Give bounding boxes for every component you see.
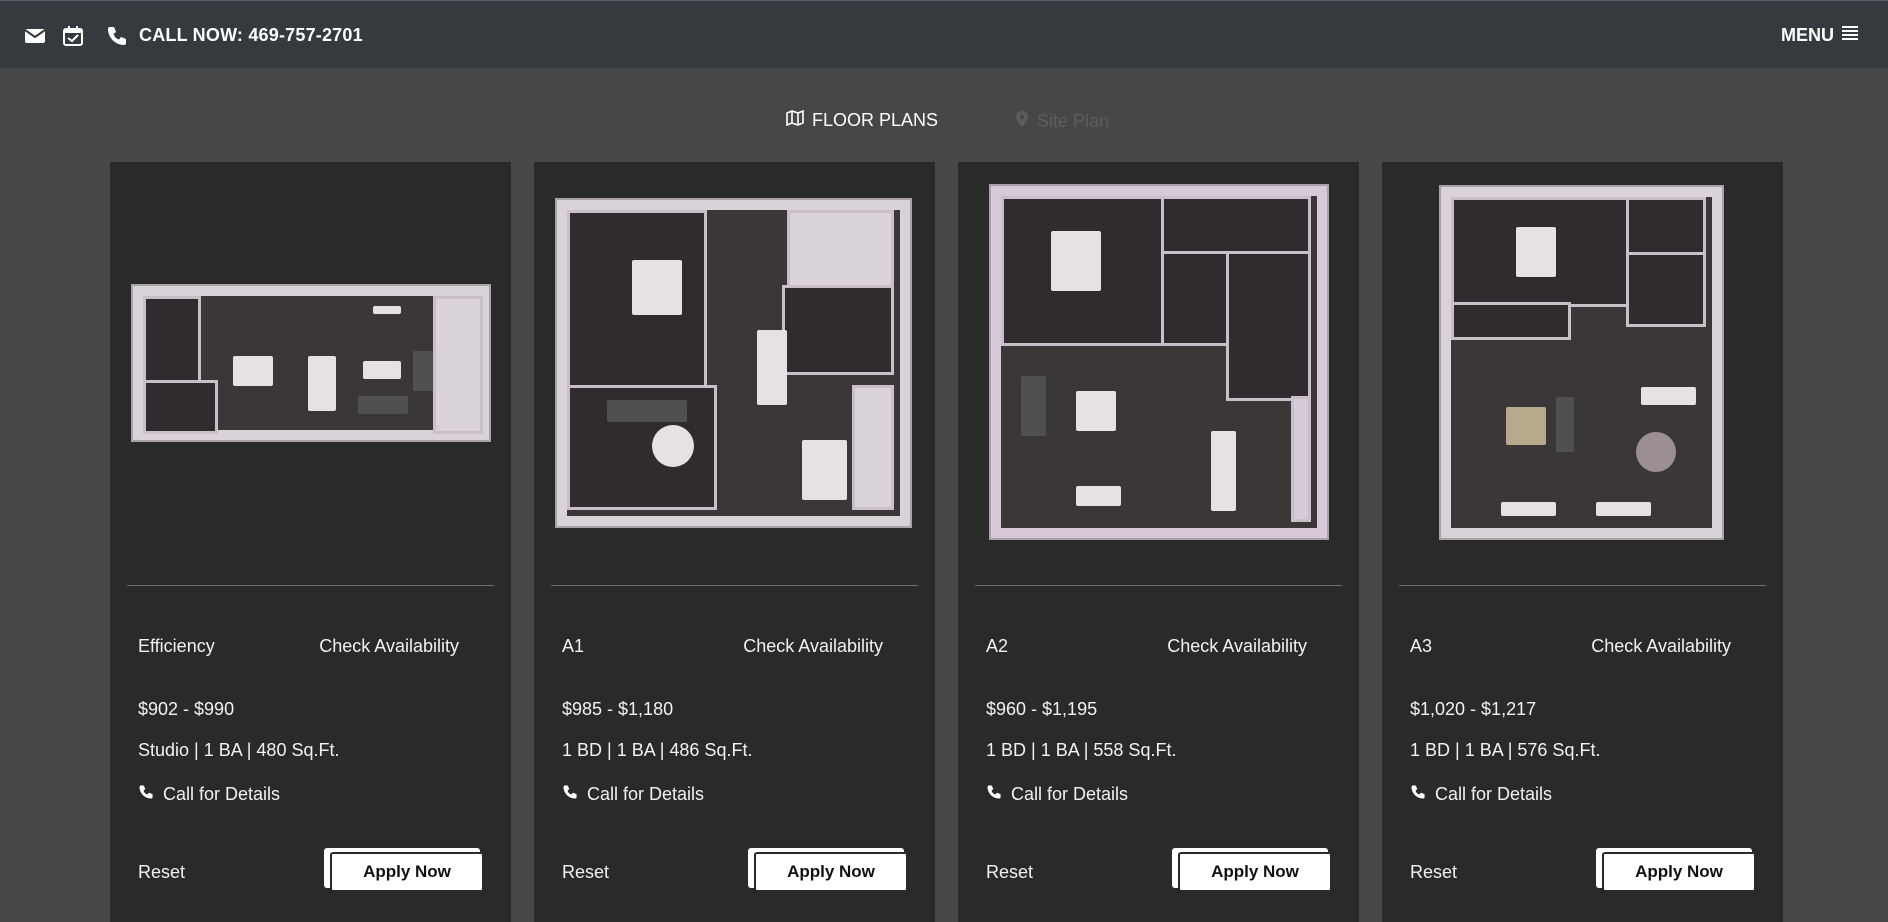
call-now-text[interactable]: CALL NOW: 469-757-2701 xyxy=(139,25,363,46)
call-for-details-label: Call for Details xyxy=(1011,784,1129,804)
top-bar: CALL NOW: 469-757-2701 MENU xyxy=(0,0,1888,68)
menu-label: MENU xyxy=(1781,25,1834,45)
floor-plan-image[interactable] xyxy=(131,284,491,442)
plan-name: A1 xyxy=(562,636,585,656)
apply-now-button[interactable]: Apply Now xyxy=(1602,852,1756,892)
price-range: $1,020 - $1,217 xyxy=(1410,699,1537,719)
card-divider xyxy=(1399,585,1766,586)
check-availability-link[interactable]: Check Availability xyxy=(319,636,459,657)
card-divider xyxy=(551,585,918,586)
plan-name: A3 xyxy=(1410,636,1433,656)
call-for-details-label: Call for Details xyxy=(1435,784,1553,804)
reset-link[interactable]: Reset xyxy=(986,862,1033,883)
call-for-details[interactable]: Call for Details xyxy=(562,784,704,805)
check-availability-link[interactable]: Check Availability xyxy=(1167,636,1307,657)
plan-specs: 1 BD | 1 BA | 576 Sq.Ft. xyxy=(1410,740,1601,760)
price-range: $985 - $1,180 xyxy=(562,699,674,719)
check-availability-link[interactable]: Check Availability xyxy=(1591,636,1731,657)
floor-plan-image[interactable] xyxy=(555,198,912,528)
apply-now-button[interactable]: Apply Now xyxy=(754,852,908,892)
phone-icon[interactable] xyxy=(106,25,128,47)
menu-button[interactable]: MENU xyxy=(1781,25,1858,46)
plan-name: Efficiency xyxy=(138,636,215,656)
floor-plan-card: A1 Check Availability $985 - $1,180 1 BD… xyxy=(534,162,935,922)
plan-specs: Studio | 1 BA | 480 Sq.Ft. xyxy=(138,740,340,760)
call-for-details[interactable]: Call for Details xyxy=(138,784,280,805)
plan-name: A2 xyxy=(986,636,1009,656)
plan-specs: 1 BD | 1 BA | 486 Sq.Ft. xyxy=(562,740,753,760)
map-pin-icon xyxy=(1015,110,1029,133)
check-availability-link[interactable]: Check Availability xyxy=(743,636,883,657)
floor-plan-card: A3 Check Availability $1,020 - $1,217 1 … xyxy=(1382,162,1783,922)
apply-now-button[interactable]: Apply Now xyxy=(330,852,484,892)
reset-link[interactable]: Reset xyxy=(562,862,609,883)
floor-plan-image[interactable] xyxy=(989,184,1329,540)
plan-specs: 1 BD | 1 BA | 558 Sq.Ft. xyxy=(986,740,1177,760)
price-range: $960 - $1,195 xyxy=(986,699,1098,719)
hamburger-icon xyxy=(1842,25,1858,46)
reset-link[interactable]: Reset xyxy=(138,862,185,883)
call-for-details[interactable]: Call for Details xyxy=(986,784,1128,805)
price-range: $902 - $990 xyxy=(138,699,235,719)
tab-site-plan-label: Site Plan xyxy=(1037,111,1110,131)
tab-floor-plans-label: FLOOR PLANS xyxy=(812,110,939,130)
call-for-details-label: Call for Details xyxy=(587,784,705,804)
phone-icon xyxy=(986,784,1002,805)
phone-icon xyxy=(1410,784,1426,805)
phone-icon xyxy=(562,784,578,805)
card-divider xyxy=(975,585,1342,586)
call-for-details[interactable]: Call for Details xyxy=(1410,784,1552,805)
floor-plan-image[interactable] xyxy=(1439,185,1724,540)
reset-link[interactable]: Reset xyxy=(1410,862,1457,883)
apply-now-button[interactable]: Apply Now xyxy=(1178,852,1332,892)
phone-icon xyxy=(138,784,154,805)
floor-plan-card: Efficiency Check Availability $902 - $99… xyxy=(110,162,511,922)
tab-site-plan[interactable]: Site Plan xyxy=(1015,110,1109,133)
envelope-icon[interactable] xyxy=(24,25,46,47)
map-icon xyxy=(786,109,804,131)
call-for-details-label: Call for Details xyxy=(163,784,281,804)
tab-floor-plans[interactable]: FLOOR PLANS xyxy=(786,109,939,131)
card-divider xyxy=(127,585,494,586)
calendar-check-icon[interactable] xyxy=(62,25,84,47)
floor-plan-card: A2 Check Availability $960 - $1,195 1 BD… xyxy=(958,162,1359,922)
view-tabs: FLOOR PLANS Site Plan xyxy=(0,108,1888,138)
